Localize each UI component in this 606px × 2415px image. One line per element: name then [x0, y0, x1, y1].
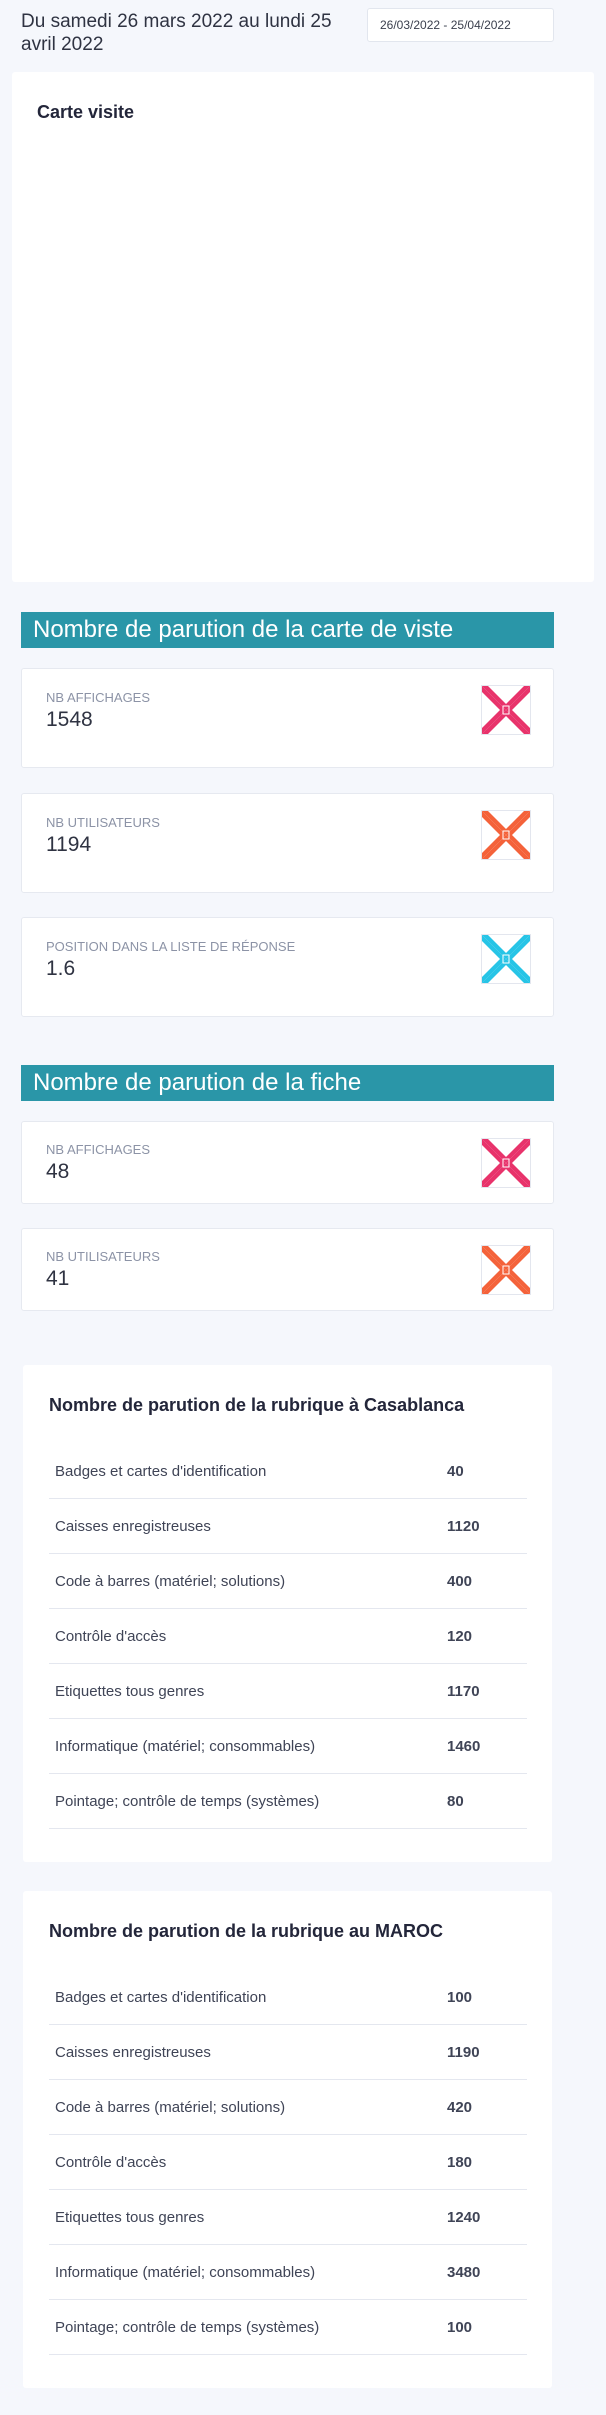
table-row: Code à barres (matériel; solutions) 420: [49, 2080, 527, 2135]
table-row: Etiquettes tous genres 1170: [49, 1664, 527, 1719]
stat-label: NB AFFICHAGES: [46, 690, 151, 705]
table-row: Code à barres (matériel; solutions) 400: [49, 1554, 527, 1609]
row-label: Informatique (matériel; consommables): [55, 2264, 316, 2281]
rubrique-maroc-card: Nombre de parution de la rubrique au MAR…: [23, 1891, 552, 2388]
carte-visite-card: Carte visite: [12, 72, 594, 582]
row-label: Pointage; contrôle de temps (systèmes): [55, 1793, 320, 1810]
row-value: 100: [447, 2319, 473, 2336]
page-header: Du samedi 26 mars 2022 au lundi 25 avril…: [0, 0, 606, 60]
row-value: 1170: [447, 1683, 480, 1700]
row-label: Code à barres (matériel; solutions): [55, 2099, 286, 2116]
row-label: Pointage; contrôle de temps (systèmes): [55, 2319, 320, 2336]
row-label: Caisses enregistreuses: [55, 2044, 211, 2061]
row-label: Etiquettes tous genres: [55, 2209, 205, 2226]
row-label: Etiquettes tous genres: [55, 1683, 205, 1700]
stat-card-position: POSITION DANS LA LISTE DE RÉPONSE 1.6: [21, 917, 554, 1017]
row-value: 400: [447, 1573, 473, 1590]
table-row: Pointage; contrôle de temps (systèmes) 8…: [49, 1774, 527, 1829]
table-row: Etiquettes tous genres 1240: [49, 2190, 527, 2245]
row-label: Code à barres (matériel; solutions): [55, 1573, 286, 1590]
table-row: Badges et cartes d'identification 100: [49, 1970, 527, 2025]
row-value: 100: [447, 1989, 473, 2006]
section-header-carte: Nombre de parution de la carte de viste: [21, 612, 554, 648]
row-label: Caisses enregistreuses: [55, 1518, 211, 1535]
row-value: 1190: [447, 2044, 480, 2061]
table-row: Caisses enregistreuses 1190: [49, 2025, 527, 2080]
stat-value: 1548: [46, 708, 93, 731]
rubrique-casablanca-title: Nombre de parution de la rubrique à Casa…: [49, 1395, 465, 1415]
stat-value: 41: [46, 1267, 70, 1290]
eye-icon: [481, 1138, 531, 1188]
stat-label: NB UTILISATEURS: [46, 815, 160, 830]
table-row: Contrôle d'accès 180: [49, 2135, 527, 2190]
rubrique-maroc-table: Badges et cartes d'identification 100 Ca…: [49, 1970, 527, 2355]
table-row: Badges et cartes d'identification 40: [49, 1444, 527, 1499]
period-title: Du samedi 26 mars 2022 au lundi 25 avril…: [21, 11, 332, 55]
stat-card-fiche-affichages: NB AFFICHAGES 48: [21, 1121, 554, 1204]
date-range-input[interactable]: 26/03/2022 - 25/04/2022: [367, 8, 554, 42]
rubrique-maroc-title: Nombre de parution de la rubrique au MAR…: [49, 1921, 444, 1941]
row-value: 1460: [447, 1738, 481, 1755]
row-label: Informatique (matériel; consommables): [55, 1738, 316, 1755]
table-row: Caisses enregistreuses 1120: [49, 1499, 527, 1554]
row-label: Badges et cartes d'identification: [55, 1463, 267, 1480]
table-row: Contrôle d'accès 120: [49, 1609, 527, 1664]
stat-card-affichages: NB AFFICHAGES 1548: [21, 668, 554, 768]
stat-label: POSITION DANS LA LISTE DE RÉPONSE: [46, 939, 296, 954]
users-icon: [481, 1245, 531, 1295]
stat-label: NB AFFICHAGES: [46, 1142, 151, 1157]
stat-card-fiche-utilisateurs: NB UTILISATEURS 41: [21, 1228, 554, 1311]
table-row: Pointage; contrôle de temps (systèmes) 1…: [49, 2300, 527, 2355]
row-value: 180: [447, 2154, 473, 2171]
row-value: 120: [447, 1628, 473, 1645]
rubrique-casablanca-table: Badges et cartes d'identification 40 Cai…: [49, 1444, 527, 1829]
row-value: 420: [447, 2099, 473, 2116]
stat-value: 1.6: [46, 957, 76, 980]
row-value: 1120: [447, 1518, 480, 1535]
stat-value: 48: [46, 1160, 70, 1183]
row-value: 3480: [447, 2264, 481, 2281]
section-header-fiche: Nombre de parution de la fiche: [21, 1065, 554, 1101]
row-label: Badges et cartes d'identification: [55, 1989, 267, 2006]
row-value: 80: [447, 1793, 464, 1810]
stat-label: NB UTILISATEURS: [46, 1249, 160, 1264]
stat-value: 1194: [46, 833, 92, 856]
users-icon: [481, 810, 531, 860]
stat-card-utilisateurs: NB UTILISATEURS 1194: [21, 793, 554, 893]
list-icon: [481, 934, 531, 984]
row-value: 40: [447, 1463, 464, 1480]
row-label: Contrôle d'accès: [55, 1628, 167, 1645]
table-row: Informatique (matériel; consommables) 14…: [49, 1719, 527, 1774]
row-value: 1240: [447, 2209, 481, 2226]
carte-visite-title: Carte visite: [37, 102, 135, 122]
rubrique-casablanca-card: Nombre de parution de la rubrique à Casa…: [23, 1365, 552, 1862]
eye-icon: [481, 685, 531, 735]
table-row: Informatique (matériel; consommables) 34…: [49, 2245, 527, 2300]
row-label: Contrôle d'accès: [55, 2154, 167, 2171]
